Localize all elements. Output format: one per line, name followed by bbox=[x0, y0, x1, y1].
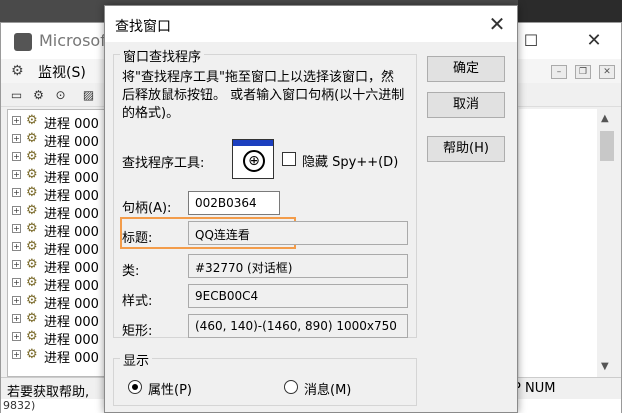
tree-item[interactable]: + ⚙ 进程 000 bbox=[8, 112, 110, 132]
tree-item-label: 进程 000 bbox=[44, 351, 99, 366]
menu-monitor[interactable]: 监视(S) bbox=[38, 62, 86, 82]
tree-item[interactable]: + ⚙ 进程 000 bbox=[8, 184, 110, 204]
process-icon: ⚙ bbox=[26, 185, 38, 200]
finder-instructions: 将"查找程序工具"拖至窗口上以选择该窗口，然后释放鼠标按钮。 或者输入窗口句柄(… bbox=[122, 70, 405, 121]
window-icon[interactable]: ▭ bbox=[9, 88, 24, 102]
spy-title: Microsof bbox=[39, 31, 106, 50]
hide-spy-checkbox[interactable] bbox=[282, 152, 296, 166]
expand-icon[interactable]: + bbox=[12, 224, 21, 233]
cancel-button[interactable]: 取消 bbox=[427, 92, 505, 118]
process-icon: ⚙ bbox=[26, 329, 38, 344]
style-field: 9ECB00C4 bbox=[188, 284, 408, 308]
process-icon: ⚙ bbox=[26, 221, 38, 236]
expand-icon[interactable]: + bbox=[12, 188, 21, 197]
tree-item[interactable]: + ⚙ 进程 000 bbox=[8, 238, 110, 258]
properties-radio[interactable] bbox=[128, 380, 142, 394]
tree-item[interactable]: + ⚙ 进程 000 bbox=[8, 130, 110, 150]
process-icon: ⚙ bbox=[26, 347, 38, 362]
style-label: 样式: bbox=[122, 294, 153, 309]
expand-icon[interactable]: + bbox=[12, 134, 21, 143]
processes-icon[interactable]: ⚙ bbox=[31, 88, 46, 102]
finder-group-label: 窗口查找程序 bbox=[120, 46, 205, 65]
display-group: 显示 属性(P) 消息(M) bbox=[113, 350, 417, 406]
messages-radio[interactable] bbox=[284, 380, 298, 394]
expand-icon[interactable]: + bbox=[12, 260, 21, 269]
tree-item[interactable]: + ⚙ 进程 000 bbox=[8, 166, 110, 186]
vertical-scrollbar[interactable]: ▲ ▼ bbox=[597, 109, 617, 377]
rect-field: (460, 140)-(1460, 890) 1000x750 bbox=[188, 314, 408, 338]
tree-item[interactable]: + ⚙ 进程 000 bbox=[8, 328, 110, 348]
close-icon[interactable]: ✕ bbox=[579, 29, 609, 53]
finder-tool[interactable]: ⊕ bbox=[232, 139, 274, 179]
gear-icon: ⚙ bbox=[11, 63, 24, 79]
tree-item[interactable]: + ⚙ 进程 000 bbox=[8, 256, 110, 276]
threads-icon[interactable]: ⊙ bbox=[53, 88, 68, 102]
finder-group: 窗口查找程序 将"查找程序工具"拖至窗口上以选择该窗口，然后释放鼠标按钮。 或者… bbox=[113, 46, 417, 339]
handle-input[interactable]: 002B0364 bbox=[188, 191, 280, 215]
expand-icon[interactable]: + bbox=[12, 152, 21, 161]
process-icon: ⚙ bbox=[26, 167, 38, 182]
background-desktop bbox=[518, 0, 622, 22]
finder-tool-label: 查找程序工具: bbox=[122, 156, 205, 171]
radio-selected-dot bbox=[132, 384, 138, 390]
dialog-title: 查找窗口 bbox=[115, 19, 171, 35]
process-icon: ⚙ bbox=[26, 311, 38, 326]
mdi-minimize-icon[interactable]: – bbox=[551, 65, 567, 79]
find-window-dialog: 查找窗口 ✕ 窗口查找程序 将"查找程序工具"拖至窗口上以选择该窗口，然后释放鼠… bbox=[104, 5, 518, 413]
scroll-down-icon[interactable]: ▼ bbox=[601, 361, 609, 372]
scroll-thumb[interactable] bbox=[600, 131, 614, 161]
messages-radio-label[interactable]: 消息(M) bbox=[304, 379, 351, 398]
class-label: 类: bbox=[122, 264, 140, 279]
spy-app-icon bbox=[14, 33, 32, 51]
rect-label: 矩形: bbox=[122, 324, 153, 339]
hide-spy-label: 隐藏 Spy++(D) bbox=[302, 155, 399, 170]
finder-tool-bar bbox=[233, 140, 273, 146]
caption-field: QQ连连看 bbox=[188, 221, 408, 245]
dialog-titlebar: 查找窗口 ✕ bbox=[105, 6, 517, 42]
process-icon: ⚙ bbox=[26, 293, 38, 308]
tree-item[interactable]: + ⚙ 进程 000 bbox=[8, 220, 110, 240]
process-tree[interactable]: + ⚙ 进程 000 + ⚙ 进程 000 + ⚙ 进程 000 + ⚙ 进程 000 + ⚙ 进程 000… bbox=[7, 109, 111, 377]
scroll-up-icon[interactable]: ▲ bbox=[601, 113, 609, 124]
mdi-restore-icon[interactable]: ❐ bbox=[575, 65, 591, 79]
process-icon: ⚙ bbox=[26, 257, 38, 272]
maximize-icon[interactable]: ☐ bbox=[516, 29, 546, 53]
expand-icon[interactable]: + bbox=[12, 206, 21, 215]
expand-icon[interactable]: + bbox=[12, 350, 21, 359]
tree-item[interactable]: + ⚙ 进程 000 bbox=[8, 148, 110, 168]
tree-item[interactable]: + ⚙ 进程 000 bbox=[8, 274, 110, 294]
help-button[interactable]: 帮助(H) bbox=[427, 136, 505, 162]
caption-label: 标题: bbox=[122, 231, 153, 246]
expand-icon[interactable]: + bbox=[12, 170, 21, 179]
class-field: #32770 (对话框) bbox=[188, 254, 408, 278]
content-pane bbox=[519, 109, 597, 377]
process-icon: ⚙ bbox=[26, 203, 38, 218]
mdi-close-icon[interactable]: ✕ bbox=[599, 65, 615, 79]
expand-icon[interactable]: + bbox=[12, 278, 21, 287]
process-icon: ⚙ bbox=[26, 131, 38, 146]
ok-button[interactable]: 确定 bbox=[427, 56, 505, 82]
status-num-lock: P NUM bbox=[513, 381, 556, 396]
tree-item[interactable]: + ⚙ 进程 000 bbox=[8, 292, 110, 312]
process-icon: ⚙ bbox=[26, 149, 38, 164]
chart-icon[interactable]: ▨ bbox=[81, 88, 96, 102]
process-icon: ⚙ bbox=[26, 239, 38, 254]
tree-item[interactable]: + ⚙ 进程 000 bbox=[8, 202, 110, 222]
expand-icon[interactable]: + bbox=[12, 314, 21, 323]
close-icon[interactable]: ✕ bbox=[485, 12, 509, 36]
tree-item[interactable]: + ⚙ 进程 000 bbox=[8, 346, 110, 366]
expand-icon[interactable]: + bbox=[12, 296, 21, 305]
process-icon: ⚙ bbox=[26, 275, 38, 290]
expand-icon[interactable]: + bbox=[12, 332, 21, 341]
display-group-label: 显示 bbox=[120, 350, 153, 369]
process-icon: ⚙ bbox=[26, 113, 38, 128]
properties-radio-label[interactable]: 属性(P) bbox=[148, 379, 192, 398]
tree-item[interactable]: + ⚙ 进程 000 bbox=[8, 310, 110, 330]
expand-icon[interactable]: + bbox=[12, 116, 21, 125]
handle-label: 句柄(A): bbox=[122, 201, 172, 216]
status-help-text: 若要获取帮助, bbox=[7, 385, 90, 400]
crosshair-icon: ⊕ bbox=[243, 150, 265, 172]
expand-icon[interactable]: + bbox=[12, 242, 21, 251]
